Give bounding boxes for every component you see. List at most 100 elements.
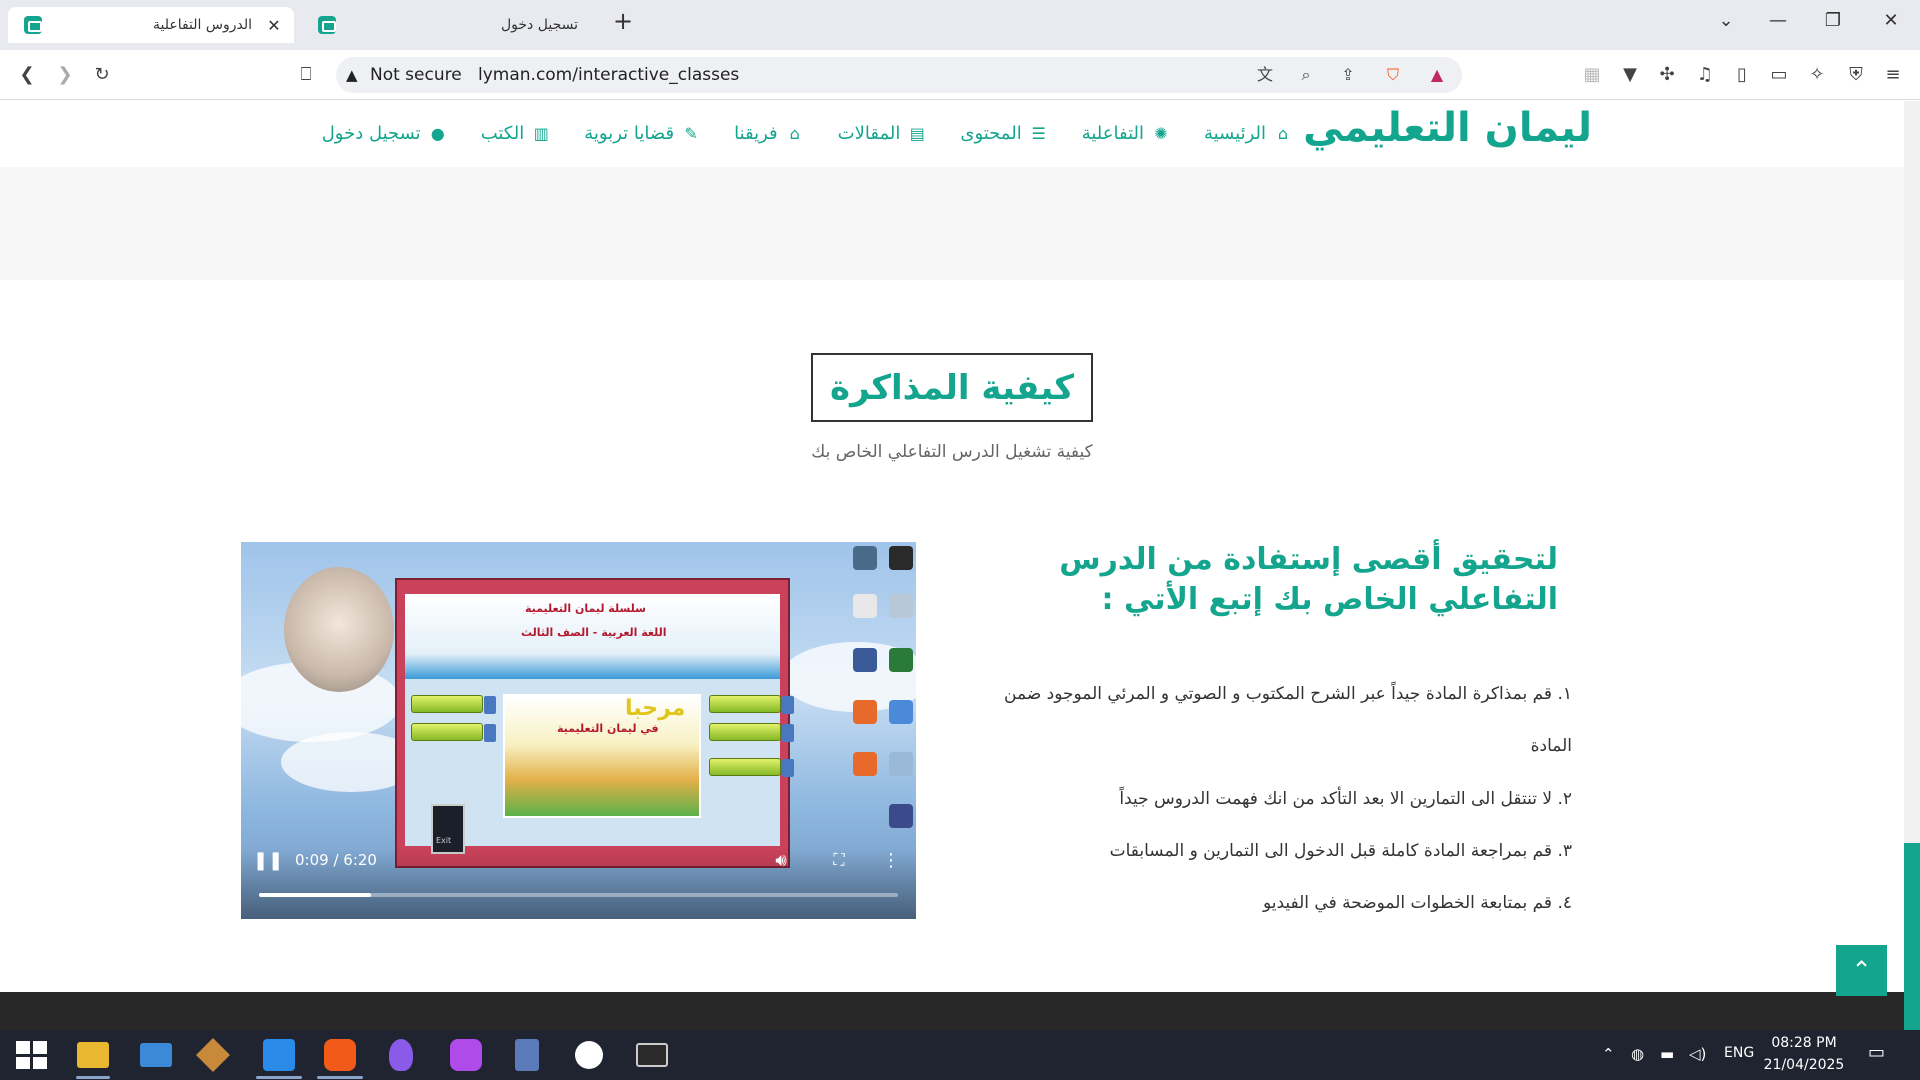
extensions-puzzle-icon[interactable]: ✣ <box>1654 62 1680 88</box>
tab-interactive-classes[interactable]: الدروس التفاعلية ✕ <box>8 7 294 43</box>
translate-icon[interactable]: 文 <box>1253 63 1277 87</box>
fullscreen-icon[interactable]: ⛶ <box>827 850 851 874</box>
nav-item-team[interactable]: ⌂ فريقنا <box>734 123 804 144</box>
video-app-stage: مرحبا في ليمان التعليمية <box>503 694 701 818</box>
github-icon[interactable] <box>575 1041 603 1069</box>
nav-label: الكتب <box>480 123 525 144</box>
home-icon: ⌂ <box>1277 123 1289 143</box>
video-app-banner: سلسلة ليمان التعليمية اللغة العربية - ال… <box>405 594 780 679</box>
calculator-icon[interactable] <box>515 1039 539 1071</box>
nav-label: المحتوى <box>960 123 1022 144</box>
clock-date[interactable]: 21/04/2025 <box>1763 1057 1845 1073</box>
nav-item-home[interactable]: ⌂ الرئيسية <box>1204 123 1292 144</box>
app-purple-icon[interactable] <box>450 1039 482 1071</box>
browser-tab-bar: الدروس التفاعلية ✕ تسجيل دخول + ⌄ — ❐ ✕ <box>0 0 1920 50</box>
video-app-button <box>411 723 496 742</box>
nav-label: المقالات <box>837 123 901 144</box>
nav-item-login[interactable]: ● تسجيل دخول <box>322 123 447 144</box>
section-subtitle: كيفية تشغيل الدرس التفاعلي الخاص بك <box>811 442 1093 462</box>
leo-ai-icon[interactable]: ✧ <box>1804 62 1830 88</box>
battery-icon[interactable]: ▬ <box>1660 1045 1674 1063</box>
section-title: كيفية المذاكرة <box>811 353 1093 422</box>
remote-desktop-icon[interactable] <box>140 1043 172 1067</box>
nav-item-educational-issues[interactable]: ✎ قضايا تربوية <box>584 123 700 144</box>
tab-login[interactable]: تسجيل دخول <box>302 7 588 43</box>
file-explorer-icon[interactable] <box>77 1042 109 1068</box>
restore-icon[interactable]: ❐ <box>1818 10 1848 31</box>
wallet-icon[interactable]: ▭ <box>1766 62 1792 88</box>
windows-start-icon[interactable] <box>14 1039 47 1071</box>
vpn-shield-icon[interactable]: ⛨ <box>1843 62 1869 88</box>
zoom-icon[interactable]: ⌕ <box>1294 63 1318 87</box>
taskbar-active-indicator <box>76 1076 110 1079</box>
video-portrait-image <box>284 567 394 692</box>
obsidian-icon[interactable] <box>389 1039 413 1071</box>
taskbar-active-indicator <box>256 1076 302 1079</box>
desktop-icon <box>853 648 877 672</box>
video-progress-fill <box>259 893 372 897</box>
notifications-icon[interactable]: ▭ <box>1868 1042 1885 1063</box>
sidebar-icon[interactable]: ▯ <box>1729 62 1755 88</box>
menu-icon[interactable]: ≡ <box>1880 62 1906 88</box>
tab-search-chevron-icon[interactable]: ⌄ <box>1711 10 1741 31</box>
volume-tray-icon[interactable]: ◁) <box>1689 1045 1706 1063</box>
desktop-icon <box>853 546 877 570</box>
new-tab-button[interactable]: + <box>608 7 638 35</box>
video-app-title: سلسلة ليمان التعليمية <box>525 602 646 615</box>
hero-band <box>0 167 1904 280</box>
nav-item-books[interactable]: ▥ الكتب <box>481 123 551 144</box>
pause-button[interactable]: ❚❚ <box>253 848 283 874</box>
forward-icon[interactable]: ❯ <box>52 62 78 88</box>
git-app-icon[interactable] <box>196 1038 230 1072</box>
nav-label: تسجيل دخول <box>321 123 421 144</box>
bookmark-icon[interactable]: ⎕ <box>293 62 319 88</box>
language-indicator[interactable]: ENG <box>1724 1045 1754 1061</box>
video-time: 0:09 / 6:20 <box>295 851 377 869</box>
nav-item-articles[interactable]: ▤ المقالات <box>838 123 927 144</box>
video-welcome: مرحبا <box>625 696 686 721</box>
volume-icon[interactable]: 🔊︎ <box>769 850 793 874</box>
clock-time[interactable]: 08:28 PM <box>1769 1035 1839 1051</box>
nav-item-interactive[interactable]: ✺ التفاعلية <box>1082 123 1170 144</box>
network-globe-icon[interactable]: ◍ <box>1631 1045 1644 1063</box>
share-icon[interactable]: ⇪ <box>1336 63 1360 87</box>
nav-label: التفاعلية <box>1081 123 1144 144</box>
vscode-icon[interactable] <box>263 1039 295 1071</box>
extension-grid-icon[interactable]: ▦ <box>1579 62 1605 88</box>
video-app-button <box>709 723 794 742</box>
show-hidden-icons-chevron[interactable]: ⌃ <box>1602 1045 1615 1063</box>
scroll-to-top-button[interactable]: ⌃ <box>1836 945 1887 996</box>
video-player[interactable]: سلسلة ليمان التعليمية اللغة العربية - ال… <box>241 542 916 919</box>
desktop-icon <box>889 752 913 776</box>
site-favicon-icon <box>318 16 336 34</box>
brave-browser-icon[interactable] <box>324 1039 356 1071</box>
video-progress-bar[interactable] <box>259 893 898 897</box>
vpn-icon[interactable]: ▼ <box>1617 62 1643 88</box>
desktop-icon <box>889 594 913 618</box>
newspaper-icon: ▤ <box>909 123 925 143</box>
tip-item: ٤. قم بمتابعة الخطوات الموضحة في الفيديو <box>1262 893 1572 913</box>
more-options-icon[interactable]: ⋮ <box>882 850 900 874</box>
video-exit-book: Exit <box>431 804 465 854</box>
address-bar[interactable]: ▲ Not secure lyman.com/interactive_class… <box>336 57 1462 93</box>
team-icon: ⌂ <box>789 123 800 143</box>
minimize-icon[interactable]: — <box>1763 10 1793 31</box>
media-icon[interactable]: ♫ <box>1692 62 1718 88</box>
url-text[interactable]: lyman.com/interactive_classes <box>478 65 739 85</box>
tab-close-icon[interactable]: ✕ <box>264 16 284 35</box>
back-icon[interactable]: ❮ <box>14 62 40 88</box>
site-logo[interactable]: ليمان التعليمي <box>1303 105 1592 151</box>
windows-taskbar: ⌃ ◍ ▬ ◁) ENG 08:28 PM 21/04/2025 ▭ <box>0 1030 1920 1080</box>
nav-item-content[interactable]: ☰ المحتوى <box>960 123 1047 144</box>
brave-rewards-icon[interactable]: ▲ <box>1425 63 1449 87</box>
book-icon: ▥ <box>533 123 549 143</box>
tab-title: الدروس التفاعلية <box>152 17 252 33</box>
main-nav: ⌂ الرئيسية ✺ التفاعلية ☰ المحتوى ▤ المقالات … <box>288 123 1292 144</box>
close-window-icon[interactable]: ✕ <box>1876 10 1906 31</box>
taskbar-active-indicator <box>317 1076 363 1079</box>
terminal-icon[interactable] <box>636 1043 668 1067</box>
scrollbar-thumb[interactable] <box>1904 843 1920 1030</box>
reload-icon[interactable]: ↻ <box>89 62 115 88</box>
brave-shield-icon[interactable]: ⛉ <box>1381 63 1405 87</box>
warning-icon: ▲ <box>346 66 358 84</box>
